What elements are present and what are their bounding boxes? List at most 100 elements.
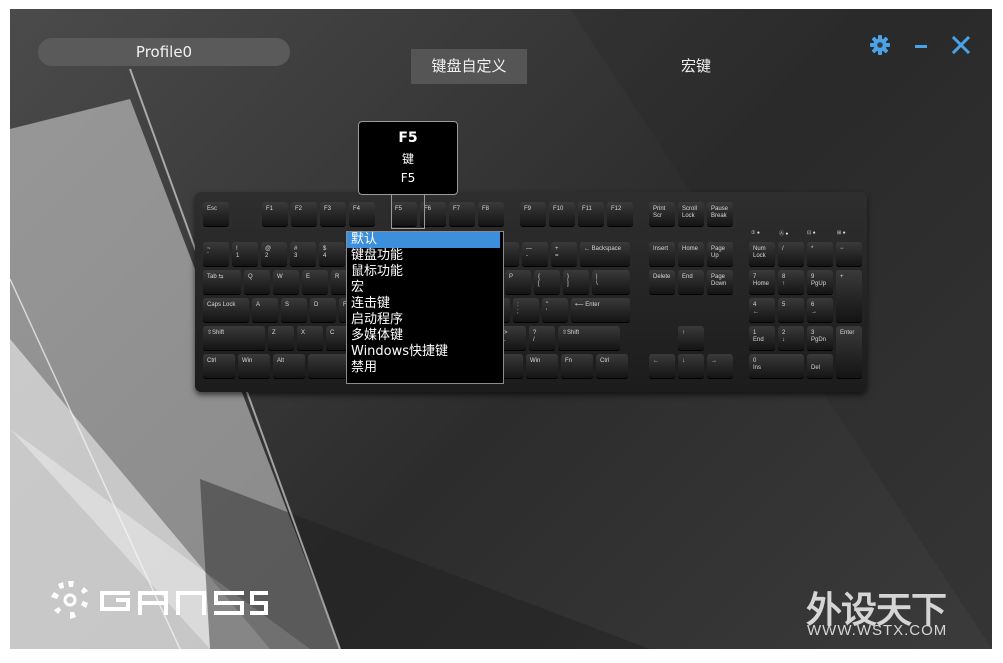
key[interactable]: Page Down [707, 270, 733, 294]
key-label: Alt [277, 358, 285, 364]
tab-keyboard-custom[interactable]: 键盘自定义 [411, 49, 527, 84]
key[interactable]: " ' [542, 298, 568, 322]
key[interactable]: Num Lock [749, 242, 775, 266]
key[interactable]: Enter [836, 326, 862, 378]
key[interactable]: F7 [449, 202, 475, 226]
key[interactable]: Home [678, 242, 704, 266]
key[interactable]: Esc [203, 202, 229, 226]
menu-item-launch-program[interactable]: 启动程序 [347, 312, 503, 328]
menu-item-default[interactable]: 默认 [347, 232, 500, 248]
key[interactable]: ↓ [678, 354, 704, 378]
key[interactable]: 7 Home [749, 270, 775, 294]
key[interactable]: Del [807, 354, 833, 378]
key[interactable]: Q [244, 270, 270, 294]
key[interactable]: — - [522, 242, 548, 266]
key-label: C [330, 330, 335, 336]
key[interactable]: @ 2 [261, 242, 287, 266]
key[interactable]: − [836, 242, 862, 266]
key-label: ⟵ Enter [575, 302, 600, 308]
menu-item-multimedia[interactable]: 多媒体键 [347, 328, 503, 344]
key[interactable]: 1 End [749, 326, 775, 350]
key[interactable]: 3 PgDn [807, 326, 833, 350]
menu-item-macro[interactable]: 宏 [347, 280, 503, 296]
key[interactable]: ⇧Shift [203, 326, 265, 350]
key[interactable]: ← Backspace [580, 242, 630, 266]
key[interactable]: Fn [561, 354, 593, 378]
key-label: Esc [207, 206, 218, 212]
profile-selector[interactable]: Profile0 [38, 38, 290, 66]
key-label: 7 Home [753, 274, 770, 287]
menu-item-keyboard-function[interactable]: 键盘功能 [347, 248, 503, 264]
key-label: ! 1 [236, 246, 240, 259]
key[interactable]: F1 [262, 202, 288, 226]
key[interactable]: 0 Ins [749, 354, 804, 378]
key-label: Pause Break [711, 206, 729, 219]
key[interactable]: ⇧Shift [558, 326, 620, 350]
key[interactable]: Win [238, 354, 270, 378]
key[interactable]: # 3 [290, 242, 316, 266]
menu-item-windows-shortcut[interactable]: Windows快捷键 [347, 344, 503, 360]
key[interactable]: Win [526, 354, 558, 378]
menu-item-disable[interactable]: 禁用 [347, 360, 503, 376]
minimize-button[interactable] [909, 33, 933, 57]
key[interactable]: + [836, 270, 862, 322]
key[interactable]: 5 [778, 298, 804, 322]
key[interactable]: F9 [520, 202, 546, 226]
key[interactable]: F8 [478, 202, 504, 226]
key[interactable]: / [778, 242, 804, 266]
key[interactable]: ? / [529, 326, 555, 350]
key[interactable]: Ctrl [203, 354, 235, 378]
key[interactable]: { [ [534, 270, 560, 294]
key[interactable]: * [807, 242, 833, 266]
tab-macro[interactable]: 宏键 [638, 49, 754, 84]
key[interactable]: Caps Lock [203, 298, 249, 322]
key-label: Win [242, 358, 253, 364]
key[interactable]: F2 [291, 202, 317, 226]
key[interactable]: } ] [563, 270, 589, 294]
key[interactable]: ~ ` [203, 242, 229, 266]
key[interactable]: 8 ↑ [778, 270, 804, 294]
key[interactable]: | \ [592, 270, 630, 294]
key[interactable]: ! 1 [232, 242, 258, 266]
settings-button[interactable] [868, 33, 892, 57]
key[interactable]: P [505, 270, 531, 294]
key-label: E [306, 274, 311, 280]
key[interactable]: Scroll Lock [678, 202, 704, 226]
key[interactable]: Tab ⇆ [203, 270, 241, 294]
key-label: } ] [567, 274, 570, 287]
key[interactable]: D [310, 298, 336, 322]
key[interactable]: ↑ [678, 326, 704, 350]
key[interactable]: ← [649, 354, 675, 378]
menu-item-mouse-function[interactable]: 鼠标功能 [347, 264, 503, 280]
key[interactable]: Z [268, 326, 294, 350]
menu-item-rapid-fire[interactable]: 连击键 [347, 296, 503, 312]
key[interactable]: F12 [607, 202, 633, 226]
key[interactable]: End [678, 270, 704, 294]
key[interactable]: F11 [578, 202, 604, 226]
key[interactable]: Insert [649, 242, 675, 266]
key[interactable]: A [252, 298, 278, 322]
key[interactable]: Pause Break [707, 202, 733, 226]
key[interactable]: E [302, 270, 328, 294]
key[interactable]: Alt [273, 354, 305, 378]
key[interactable]: F10 [549, 202, 575, 226]
key[interactable]: ⟵ Enter [571, 298, 630, 322]
key[interactable]: S [281, 298, 307, 322]
key[interactable]: 4 ← [749, 298, 775, 322]
key[interactable]: X [297, 326, 323, 350]
key[interactable]: Page Up [707, 242, 733, 266]
key[interactable]: W [273, 270, 299, 294]
key[interactable]: Ctrl [596, 354, 628, 378]
key[interactable]: F4 [349, 202, 375, 226]
key[interactable]: 6 → [807, 298, 833, 322]
key[interactable]: → [707, 354, 733, 378]
key[interactable]: 2 ↓ [778, 326, 804, 350]
key[interactable]: $ 4 [319, 242, 345, 266]
key[interactable]: Delete [649, 270, 675, 294]
key[interactable]: + = [551, 242, 577, 266]
key[interactable]: F3 [320, 202, 346, 226]
close-button[interactable] [949, 33, 973, 57]
key[interactable]: 9 PgUp [807, 270, 833, 294]
key[interactable]: : ; [513, 298, 539, 322]
key[interactable]: Print Scr [649, 202, 675, 226]
